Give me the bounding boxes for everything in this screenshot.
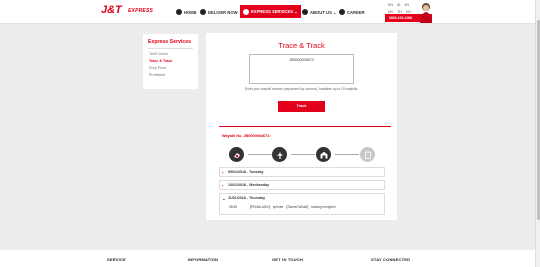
hotline-number: 0800-100-1188 — [389, 16, 412, 20]
chevron-right-icon: › — [222, 183, 224, 188]
day-row-expanded[interactable]: ⌄ 11/01/2018 - Thursday 08:58 【PEMALANG】… — [219, 193, 385, 215]
sidebar-item-prohibited[interactable]: Prohibited — [149, 72, 198, 79]
svg-text:J&T: J&T — [101, 4, 123, 15]
jt-logo[interactable]: J&T — [101, 2, 127, 15]
about-icon — [302, 9, 308, 15]
lang-id[interactable]: ID — [397, 3, 401, 7]
footer-heading-service: SERVICE — [107, 257, 126, 262]
footer-heading-information: INFORMATION — [188, 257, 219, 262]
deliver-icon — [200, 9, 206, 15]
page-title: Trace & Track — [278, 41, 325, 50]
language-switcher: EN ID ZH — [388, 3, 409, 7]
nav-about-us[interactable]: ABOUT US ⌄ — [302, 7, 337, 17]
waybill-number-label: Waybill No. JB0000004672: — [222, 134, 271, 138]
clipboard-icon — [364, 151, 371, 159]
day-label: 09/01/2018 - Tuesday — [228, 170, 264, 174]
nav-deliver-now[interactable]: DELIVER NOW — [200, 7, 238, 17]
event-time: 08:58 — [229, 205, 237, 209]
step-connector — [335, 154, 359, 155]
lang-en[interactable]: EN — [388, 3, 393, 7]
airplane-icon — [276, 151, 283, 158]
sidebar-title: Express Services — [148, 39, 191, 45]
services-icon — [243, 8, 249, 15]
step-arrival — [316, 147, 331, 162]
site-header: J&T EXPRESS HOME DELIVER NOW EXPRESS SER… — [0, 0, 540, 24]
section-divider — [219, 126, 391, 127]
step-delivered — [360, 147, 375, 162]
day-row[interactable]: › 10/01/2018 - Wednesday — [219, 180, 385, 190]
step-pickup — [229, 147, 244, 162]
day-label: 10/01/2018 - Wednesday — [228, 183, 270, 187]
sidebar-item-tariff-check[interactable]: Tariff Check — [149, 51, 198, 58]
nav-home[interactable]: HOME — [176, 7, 197, 17]
home-icon — [176, 9, 182, 15]
sidebar-item-trace-track[interactable]: Trace & Track — [149, 58, 198, 65]
sidebar: Express Services Tariff Check Trace & Tr… — [143, 34, 198, 89]
waybill-hint: Enter your waybill number (separated by … — [244, 87, 359, 91]
nav-home-label: HOME — [184, 9, 197, 15]
step-connector — [248, 154, 272, 155]
nav-services-label: EXPRESS SERVICES ⌄ — [251, 9, 298, 14]
customer-service-person-image — [420, 3, 432, 23]
career-icon — [339, 9, 345, 15]
chevron-down-icon: ⌄ — [222, 196, 226, 201]
footer-heading-get-in-touch: GET IN TOUCH — [272, 257, 303, 262]
step-departure — [272, 147, 287, 162]
trace-track-panel: Trace & Track Enter your waybill number … — [206, 33, 397, 220]
logo-subtitle: EXPRESS — [128, 8, 154, 14]
step-connector — [291, 154, 315, 155]
pickup-icon — [233, 152, 240, 158]
event-detail: 【PEMALANG】 sprinter 【Slamet Wiludi】 seda… — [247, 205, 336, 209]
track-button[interactable]: Track — [278, 101, 325, 112]
lang-zh[interactable]: ZH — [404, 3, 409, 7]
nav-deliver-label: DELIVER NOW — [208, 9, 238, 15]
tracking-event: 08:58 【PEMALANG】 sprinter 【Slamet Wiludi… — [229, 205, 336, 209]
warehouse-icon — [320, 151, 327, 158]
site-footer: SERVICE INFORMATION GET IN TOUCH STAY CO… — [0, 250, 535, 267]
nav-career-label: CAREER — [347, 9, 365, 15]
nav-career[interactable]: CAREER — [339, 7, 365, 17]
nav-about-label: ABOUT US ⌄ — [310, 9, 337, 15]
sidebar-item-drop-point[interactable]: Drop Point — [149, 65, 198, 72]
waybill-input[interactable] — [249, 54, 354, 84]
chevron-right-icon: › — [222, 170, 224, 175]
day-row[interactable]: › 09/01/2018 - Tuesday — [219, 167, 385, 177]
page-scrollbar[interactable] — [535, 0, 540, 267]
day-label: 11/01/2018 - Thursday — [228, 196, 266, 200]
nav-express-services[interactable]: EXPRESS SERVICES ⌄ — [240, 5, 301, 18]
footer-heading-stay-connected: STAY CONNECTED — [371, 257, 411, 262]
